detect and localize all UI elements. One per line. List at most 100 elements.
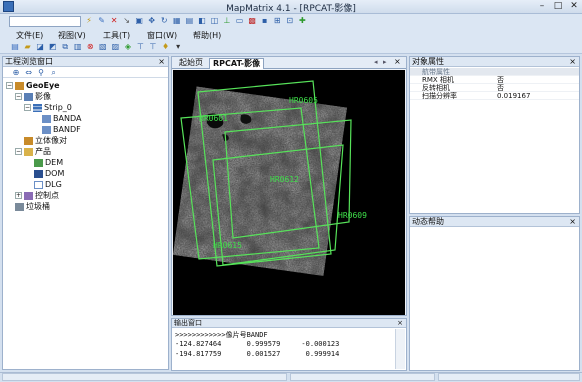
add-point-icon[interactable]: ✚ [297,16,307,26]
property-value[interactable]: 否 [497,76,504,84]
collapse-icon[interactable]: − [15,93,22,100]
expand-icon[interactable]: + [15,192,22,199]
properties-title: 对象属性 × [410,57,579,67]
check-icon[interactable]: ◈ [123,42,133,52]
output-title-text: 输出窗口 [174,319,202,327]
locate-icon[interactable]: ⊕ [11,68,21,78]
menu-view[interactable]: 视图(V) [58,30,86,41]
dem-icon [34,158,43,167]
help-close-icon[interactable]: × [569,217,576,227]
tree-label: DLG [45,180,62,189]
grid-icon[interactable]: ▦ [172,16,182,26]
tree-item-recycle-bin[interactable]: 垃圾桶 [6,201,166,212]
dlg-icon [34,180,43,189]
collapse-icon[interactable]: − [6,82,13,89]
pin-icon[interactable]: ♦ [161,42,171,52]
tree-item-stereo-pairs[interactable]: 立体像对 [6,135,166,146]
document-close-icon[interactable]: × [394,57,401,66]
collapse-icon[interactable]: − [15,148,22,155]
export-icon[interactable]: ▭ [235,16,245,26]
filter-icon[interactable]: ⚲ [36,68,46,78]
tree-item-dlg[interactable]: DLG [6,179,166,190]
property-value[interactable]: 0.019167 [497,92,530,100]
menu-file[interactable]: 文件(E) [16,30,43,41]
command-input[interactable] [9,16,81,27]
wand-icon[interactable]: ⚡ [84,16,94,26]
status-cell-main [2,373,287,381]
tool-t2-icon[interactable]: ⊤ [148,42,158,52]
maximize-button[interactable]: □ [551,1,565,12]
tree-item-bandf[interactable]: BANDF [6,124,166,135]
output-close-icon[interactable]: × [397,319,403,328]
output-line: >>>>>>>>>>>>像片号BANDF [175,331,268,339]
select-icon[interactable]: ▣ [134,16,144,26]
property-value[interactable]: 否 [497,84,504,92]
new-icon[interactable]: ▤ [10,42,20,52]
search-icon[interactable]: ⌕ [49,68,59,78]
tree-item-dem[interactable]: DEM [6,157,166,168]
menu-window[interactable]: 窗口(W) [147,30,177,41]
tab-rpcat-image[interactable]: RPCAT-影像 [209,58,265,69]
window-title: MapMatrix 4.1 - [RPCAT-影像] [226,4,356,14]
pen-icon[interactable]: ✎ [97,16,107,26]
collapse-icon[interactable]: − [24,104,31,111]
property-row[interactable]: RMX 相机 否 [410,76,579,84]
process-icon[interactable]: ▧ [98,42,108,52]
tab-next-icon[interactable]: ▸ [383,58,387,66]
window-icon[interactable]: ◩ [48,42,58,52]
tree-item-dom[interactable]: DOM [6,168,166,179]
property-row[interactable]: 反转相机 否 [410,84,579,92]
output-window: 输出窗口 × >>>>>>>>>>>>像片号BANDF -124.827464 … [171,318,407,371]
output-scrollbar[interactable] [395,329,405,369]
project-browser-close-icon[interactable]: × [158,57,165,67]
tab-prev-icon[interactable]: ◂ [374,58,378,66]
properties-close-icon[interactable]: × [569,57,576,67]
expand-icon[interactable]: ⇔ [24,68,34,78]
property-row[interactable]: 扫描分辨率 0.019167 [410,92,579,100]
stereo-icon[interactable]: ⧉ [60,42,70,52]
compute-icon[interactable]: ▨ [110,42,120,52]
layer-icon[interactable]: ◧ [197,16,207,26]
band-image-icon [42,114,51,123]
dropdown-icon[interactable]: ▾ [173,42,183,52]
tree-label: 垃圾桶 [26,202,50,211]
close-button[interactable]: ✕ [567,1,581,12]
toolbar-primary-icons: ⚡ ✎ ✕ ↘ ▣ ✥ ↻ ▦ ▤ ◧ ◫ ⊥ ▭ ▩ ▪ ⊞ ⊡ ✚ [84,16,344,27]
property-group-header[interactable]: 航带属性 [410,68,579,76]
report-icon[interactable]: ▥ [73,42,83,52]
tool-t1-icon[interactable]: ⊤ [135,42,145,52]
rotate-icon[interactable]: ↻ [159,16,169,26]
output-window-title: 输出窗口 × [172,319,406,328]
zoom-icon[interactable]: ⊞ [272,16,282,26]
view-icon[interactable]: ◪ [35,42,45,52]
move-icon[interactable]: ✥ [147,16,157,26]
tree-item-images[interactable]: − 影像 [6,91,166,102]
tree-item-control-points[interactable]: + 控制点 [6,190,166,201]
image-viewport[interactable]: HR0601 HR0605 HR0612 HR0609 HR0615 [173,70,405,315]
save-icon[interactable]: ▪ [260,16,270,26]
tree-item-strip[interactable]: − Strip_0 [6,102,166,113]
tree-item-products[interactable]: − 产品 [6,146,166,157]
image-icon[interactable]: ▩ [247,16,257,26]
menu-tools[interactable]: 工具(T) [103,30,130,41]
fit-icon[interactable]: ⊡ [285,16,295,26]
properties-title-text: 对象属性 [412,57,444,66]
open-icon[interactable]: ▰ [23,42,33,52]
stop-icon[interactable]: ⊗ [85,42,95,52]
tree-label: 立体像对 [35,136,67,145]
split-icon[interactable]: ◫ [209,16,219,26]
tree-item-banda[interactable]: BANDA [6,113,166,124]
image-canvas[interactable]: HR0601 HR0605 HR0612 HR0609 HR0615 [173,70,405,315]
footprint-label: HR0605 [289,96,318,105]
tab-start-page[interactable]: 起始页 [176,58,206,69]
tree-label: 产品 [35,147,51,156]
tree-item-geoeye[interactable]: − GeoEye [6,80,166,91]
document-tab-strip: 起始页 RPCAT-影像 ◂ ▸ × [172,57,406,69]
menu-help[interactable]: 帮助(H) [193,30,221,41]
measure-icon[interactable]: ⊥ [222,16,232,26]
cursor-icon[interactable]: ↘ [122,16,132,26]
tile-icon[interactable]: ▤ [184,16,194,26]
delete-icon[interactable]: ✕ [109,16,119,26]
minimize-button[interactable]: – [535,1,549,12]
project-browser-title: 工程浏览窗口 × [3,57,168,67]
